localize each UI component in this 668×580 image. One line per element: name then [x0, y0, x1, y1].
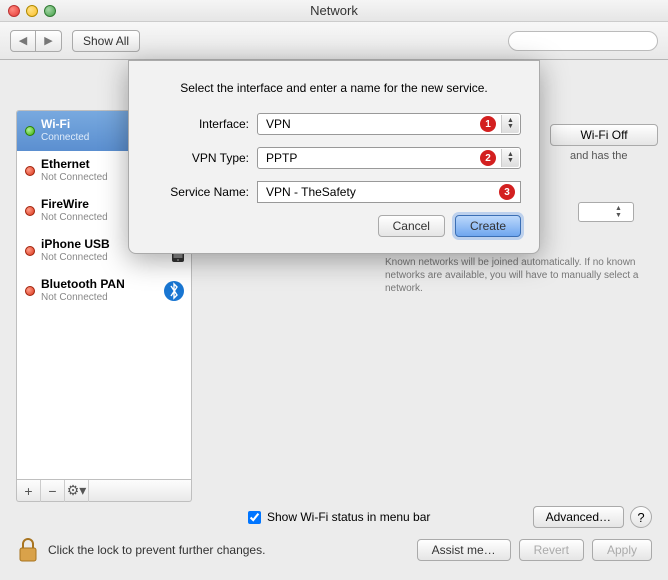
sidebar-item-label: Wi-Fi [41, 118, 89, 132]
lock-description: Click the lock to prevent further change… [48, 543, 409, 557]
remove-service-button[interactable]: − [41, 480, 65, 502]
sidebar-item-label: Ethernet [41, 158, 108, 172]
nav-back-button[interactable]: ◀ [10, 30, 36, 52]
annotation-badge-1: 1 [480, 116, 496, 132]
service-name-label: Service Name: [147, 185, 257, 199]
sidebar-item-status: Not Connected [41, 212, 108, 224]
advanced-button[interactable]: Advanced… [533, 506, 624, 528]
status-dot-icon [25, 166, 35, 176]
nav-forward-button[interactable]: ▶ [36, 30, 62, 52]
show-all-button[interactable]: Show All [72, 30, 140, 52]
search-input[interactable] [508, 31, 658, 51]
sidebar-item-status: Not Connected [41, 172, 108, 184]
add-service-button[interactable]: + [17, 480, 41, 502]
vpn-type-value: PPTP [266, 151, 297, 165]
sidebar-item-label: Bluetooth PAN [41, 278, 125, 292]
minimize-window-button[interactable] [26, 5, 38, 17]
ask-join-description: Known networks will be joined automatica… [385, 256, 642, 295]
sheet-prompt: Select the interface and enter a name fo… [147, 81, 521, 95]
close-window-button[interactable] [8, 5, 20, 17]
service-actions-button[interactable]: ⚙▾ [65, 480, 89, 502]
bluetooth-icon [163, 280, 185, 302]
network-name-select[interactable]: ▲▼ [578, 202, 634, 222]
apply-button[interactable]: Apply [592, 539, 652, 561]
status-dot-icon [25, 246, 35, 256]
zoom-window-button[interactable] [44, 5, 56, 17]
sidebar-item-bluetooth-pan[interactable]: Bluetooth PAN Not Connected [17, 271, 191, 311]
lock-icon[interactable] [16, 536, 40, 564]
chevron-updown-icon: ▲▼ [501, 149, 519, 167]
chevron-updown-icon: ▲▼ [501, 115, 519, 133]
new-service-sheet: Select the interface and enter a name fo… [128, 60, 540, 254]
cancel-button[interactable]: Cancel [378, 215, 445, 237]
service-name-value: VPN - TheSafety [266, 185, 356, 199]
interface-label: Interface: [147, 117, 257, 131]
show-wifi-status-checkbox[interactable] [248, 511, 261, 524]
help-button[interactable]: ? [630, 506, 652, 528]
status-dot-icon [25, 206, 35, 216]
status-text-fragment: and has the [570, 150, 658, 162]
status-dot-icon [25, 286, 35, 296]
create-button[interactable]: Create [455, 215, 521, 237]
sidebar-item-status: Connected [41, 132, 89, 144]
show-wifi-status-label: Show Wi-Fi status in menu bar [267, 510, 430, 524]
sidebar-item-label: FireWire [41, 198, 108, 212]
interface-select[interactable]: VPN 1 ▲▼ [257, 113, 521, 135]
sidebar-item-label: iPhone USB [41, 238, 110, 252]
assist-me-button[interactable]: Assist me… [417, 539, 511, 561]
sidebar-item-status: Not Connected [41, 252, 110, 264]
sidebar-item-status: Not Connected [41, 292, 125, 304]
annotation-badge-3: 3 [499, 184, 515, 200]
annotation-badge-2: 2 [480, 150, 496, 166]
vpn-type-select[interactable]: PPTP 2 ▲▼ [257, 147, 521, 169]
turn-wifi-off-button[interactable]: Wi-Fi Off [550, 124, 658, 146]
window-title: Network [0, 3, 668, 18]
interface-value: VPN [266, 117, 291, 131]
service-name-input[interactable]: VPN - TheSafety 3 [257, 181, 521, 203]
revert-button[interactable]: Revert [519, 539, 584, 561]
vpn-type-label: VPN Type: [147, 151, 257, 165]
status-dot-icon [25, 126, 35, 136]
